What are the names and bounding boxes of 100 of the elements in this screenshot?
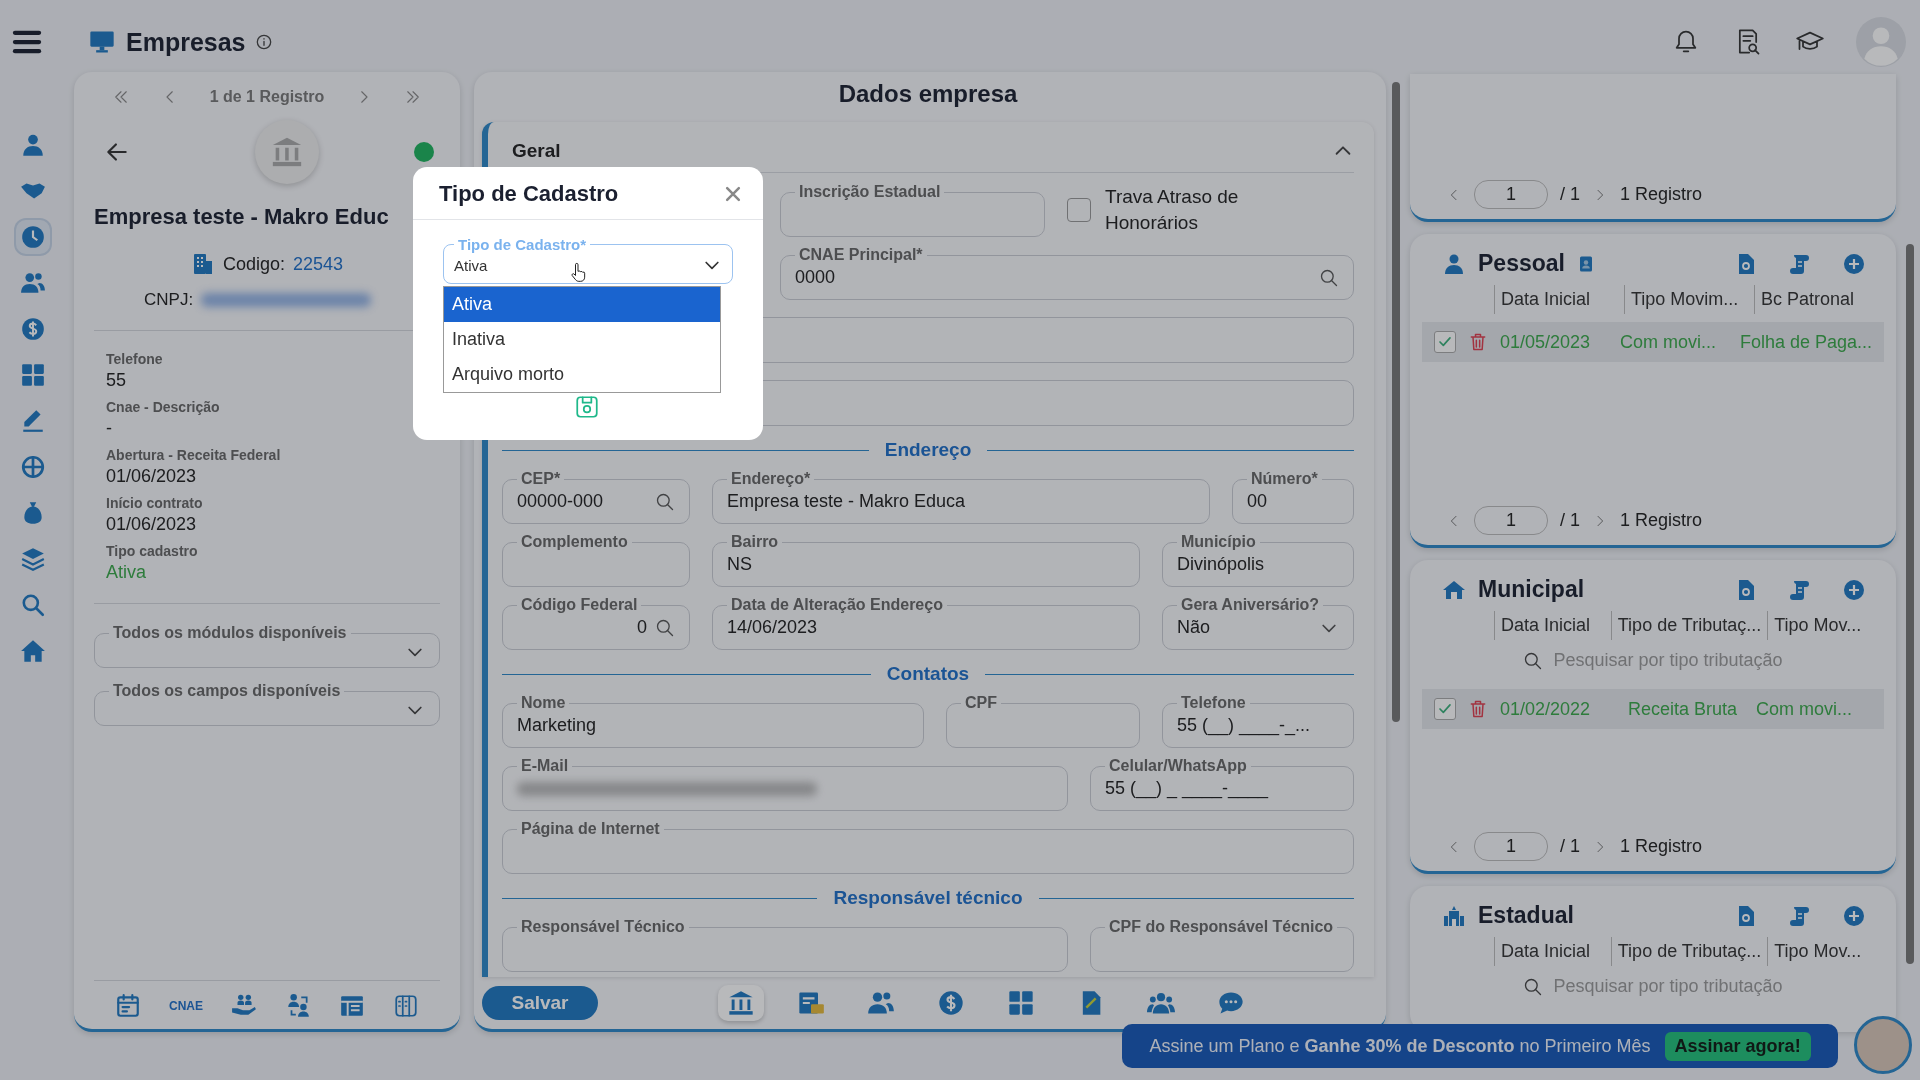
group-title: Contatos bbox=[886, 663, 970, 685]
people-arrows-icon[interactable] bbox=[285, 993, 311, 1019]
detail-value: Ativa bbox=[106, 562, 148, 583]
table-cell-text: Receita Bruta bbox=[1628, 698, 1739, 720]
input-field[interactable]: Página de Internet bbox=[502, 820, 1354, 874]
input-field[interactable]: Bairro NS bbox=[712, 533, 1140, 587]
subscribe-button[interactable]: Assinar agora! bbox=[1664, 1031, 1811, 1061]
input-field[interactable]: E-Mail bbox=[502, 757, 1068, 811]
column-header[interactable]: Tipo Movim... bbox=[1624, 285, 1754, 314]
table-cell-text: Com movi... bbox=[1619, 331, 1717, 353]
input-field[interactable]: Celular/WhatsApp 55 (__) _ ____-____ bbox=[1090, 757, 1354, 811]
globe-icon bbox=[20, 454, 46, 480]
input-field[interactable]: Nome Marketing bbox=[502, 694, 924, 748]
page-field[interactable]: 1 bbox=[1474, 506, 1548, 535]
input-field[interactable]: Data de Alteração Endereço 14/06/2023 bbox=[712, 596, 1140, 650]
clock-icon bbox=[20, 224, 46, 250]
table-cell: Folha de Paga... bbox=[1739, 331, 1872, 353]
page-field[interactable]: 1 bbox=[1474, 180, 1548, 209]
add-icon[interactable] bbox=[1842, 251, 1866, 276]
input-field[interactable]: Código Federal 0 bbox=[502, 596, 690, 650]
page-title: Empresas bbox=[126, 27, 246, 57]
input-field[interactable]: Complemento bbox=[502, 533, 690, 587]
form-title: Dados empresa bbox=[837, 79, 1019, 109]
save-button[interactable]: Salvar bbox=[482, 986, 598, 1020]
input-field[interactable]: Número* 00 bbox=[1232, 470, 1354, 524]
column-header[interactable]: Tipo Mov... bbox=[1767, 937, 1884, 966]
layers-icon bbox=[20, 546, 46, 572]
column-header[interactable]: Tipo de Tributaç... bbox=[1610, 611, 1768, 640]
input-field[interactable]: Telefone 55 (__) ____-_... bbox=[1162, 694, 1354, 748]
table-icon[interactable] bbox=[339, 993, 365, 1019]
detail-label: Tipo cadastro bbox=[106, 543, 199, 559]
save-icon[interactable] bbox=[574, 394, 600, 420]
detail-label: Abertura - Receita Federal bbox=[106, 447, 282, 463]
info-icon[interactable] bbox=[255, 34, 272, 50]
modal-title: Tipo de Cadastro bbox=[439, 181, 619, 207]
promo-text: Assine um Plano e Ganhe 30% de Desconto no Primeiro Mês bbox=[1149, 1035, 1651, 1057]
add-icon[interactable] bbox=[1842, 903, 1866, 928]
company-code[interactable]: 22543 bbox=[293, 253, 344, 275]
group-title: Endereço bbox=[884, 439, 972, 461]
company-name: Empresa teste - Makro Educ bbox=[94, 204, 390, 230]
building-icon[interactable] bbox=[393, 993, 419, 1019]
column-header[interactable]: Data Inicial bbox=[1494, 937, 1611, 966]
dropdown-option[interactable]: Ativa bbox=[444, 287, 720, 322]
record-count: 1 Registro bbox=[1620, 184, 1703, 205]
input-field[interactable]: CPF do Responsável Técnico bbox=[1090, 918, 1354, 972]
column-header[interactable]: Data Inicial bbox=[1494, 285, 1624, 314]
search-icon[interactable] bbox=[655, 491, 675, 512]
people-icon bbox=[20, 270, 46, 296]
input-field[interactable]: Município Divinópolis bbox=[1162, 533, 1354, 587]
section-title: Geral bbox=[512, 140, 561, 162]
person-icon bbox=[20, 132, 46, 158]
search-icon bbox=[20, 592, 46, 618]
bank-icon bbox=[727, 989, 755, 1017]
record-count: 1 Registro bbox=[1620, 510, 1703, 531]
detail-value: 01/06/2023 bbox=[106, 514, 198, 535]
detail-value: - bbox=[106, 418, 113, 439]
input-field[interactable]: Endereço* Empresa teste - Makro Educa bbox=[712, 470, 1210, 524]
add-icon[interactable] bbox=[1842, 577, 1866, 602]
page-total: / 1 bbox=[1560, 184, 1580, 205]
calendar-icon[interactable] bbox=[115, 993, 141, 1019]
home-icon bbox=[20, 638, 46, 664]
close-icon[interactable] bbox=[723, 184, 743, 204]
trash-icon[interactable] bbox=[1468, 699, 1488, 719]
select-field[interactable]: Gera Aniversário? Não bbox=[1162, 596, 1354, 650]
dollar-icon bbox=[937, 989, 965, 1017]
record-counter: 1 de 1 Registro bbox=[209, 88, 325, 106]
input-field[interactable]: CEP* 00000-000 bbox=[502, 470, 690, 524]
dropdown-option[interactable]: Arquivo morto bbox=[444, 357, 720, 392]
search-icon bbox=[1523, 650, 1544, 671]
checkbox[interactable] bbox=[1067, 198, 1091, 222]
cnpj-label: CNPJ: bbox=[144, 290, 194, 310]
calculator-icon bbox=[20, 362, 46, 388]
detail-label: Cnae - Descrição bbox=[106, 399, 221, 415]
select-field[interactable]: Todos os campos disponíveis bbox=[94, 682, 440, 726]
checkbox[interactable] bbox=[1434, 698, 1456, 720]
column-header[interactable]: Bc Patronal bbox=[1754, 285, 1884, 314]
input-field[interactable]: CNAE Principal* 0000 bbox=[780, 246, 1354, 300]
select-field[interactable]: Todos os módulos disponíveis bbox=[94, 624, 440, 668]
column-header[interactable]: Tipo Mov... bbox=[1767, 611, 1884, 640]
detail-value: 01/06/2023 bbox=[106, 466, 198, 487]
support-avatar[interactable] bbox=[1854, 1016, 1912, 1074]
checkbox[interactable] bbox=[1434, 331, 1456, 353]
table-cell-text: Com movi... bbox=[1756, 698, 1853, 720]
column-header[interactable]: Data Inicial bbox=[1494, 611, 1611, 640]
column-header[interactable]: Tipo de Tributaç... bbox=[1610, 937, 1768, 966]
page-field[interactable]: 1 bbox=[1474, 832, 1548, 861]
input-field[interactable]: CPF bbox=[946, 694, 1140, 748]
selected-rail-item[interactable] bbox=[16, 220, 50, 254]
search-icon[interactable] bbox=[655, 617, 675, 638]
first-page-icon[interactable] bbox=[112, 88, 130, 106]
table-cell-text: 01/02/2022 bbox=[1500, 698, 1592, 720]
dropdown-option[interactable]: Inativa bbox=[444, 322, 720, 357]
selected-tab[interactable] bbox=[718, 985, 764, 1021]
bank-icon bbox=[270, 135, 304, 169]
calculator-icon bbox=[1007, 989, 1035, 1017]
cnae-button[interactable]: CNAE bbox=[169, 999, 203, 1013]
trash-icon[interactable] bbox=[1468, 332, 1488, 352]
search-icon[interactable] bbox=[1319, 267, 1339, 288]
input-field[interactable]: Inscrição Estadual bbox=[780, 183, 1045, 237]
input-field[interactable]: Responsável Técnico bbox=[502, 918, 1068, 972]
